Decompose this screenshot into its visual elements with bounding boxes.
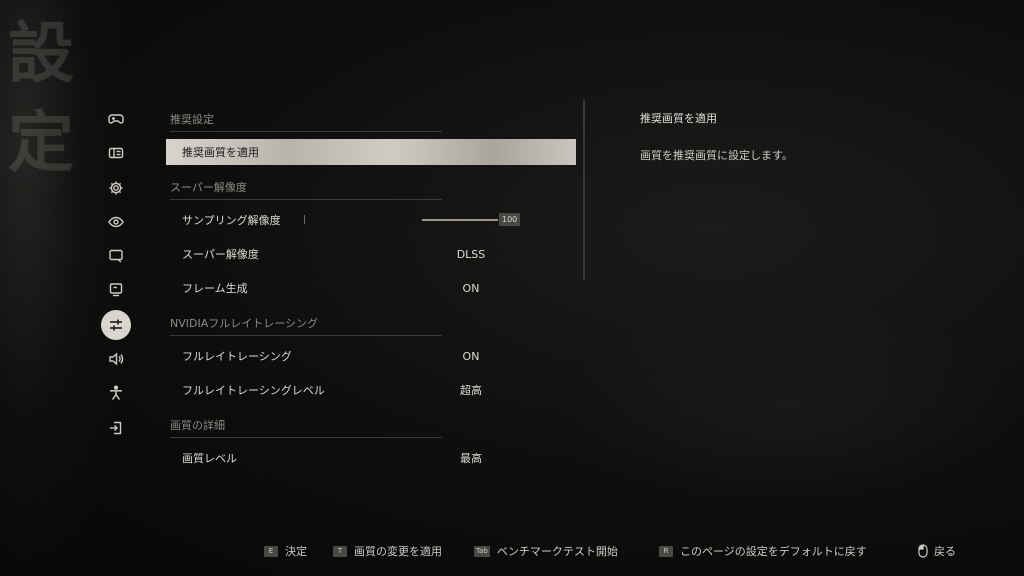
key-badge: Tab xyxy=(474,545,490,557)
row-apply-recommended[interactable]: 推奨画質を適用 xyxy=(166,139,576,165)
hint-benchmark[interactable]: Tab ベンチマークテスト開始 xyxy=(474,543,618,559)
detail-description: 画質を推奨画質に設定します。 xyxy=(640,149,793,162)
row-label: 画質レベル xyxy=(182,452,237,465)
gamepad-icon xyxy=(108,114,124,124)
nav-visibility[interactable] xyxy=(101,207,131,237)
row-label: フルレイトレーシングレベル xyxy=(182,384,325,397)
section-recommended: 推奨設定 xyxy=(170,111,442,132)
row-sampling-resolution[interactable]: サンプリング解像度 100 xyxy=(166,207,576,233)
row-value: ON xyxy=(462,281,480,295)
detail-title: 推奨画質を適用 xyxy=(640,112,717,125)
hint-confirm[interactable]: E 決定 xyxy=(264,543,307,559)
key-badge: T xyxy=(333,545,347,557)
section-nvidia-raytracing: NVIDIAフルレイトレーシング xyxy=(170,315,442,336)
nav-gamepad[interactable] xyxy=(101,104,131,134)
slider-tick xyxy=(304,215,305,224)
row-value: 超高 xyxy=(460,384,482,397)
key-badge: E xyxy=(264,545,278,557)
section-quality-details: 画質の詳細 xyxy=(170,417,442,438)
row-full-raytracing[interactable]: フルレイトレーシング ON xyxy=(166,343,576,369)
background-calligraphy: 設 定 xyxy=(0,18,75,173)
hint-label: 決定 xyxy=(285,545,307,558)
hint-label: このページの設定をデフォルトに戻す xyxy=(680,545,867,558)
sliders-icon xyxy=(110,319,122,331)
eye-icon xyxy=(108,216,124,228)
exit-icon xyxy=(110,421,122,434)
background-haze xyxy=(560,300,1020,520)
nav-monitor[interactable] xyxy=(101,275,131,305)
key-badge: R xyxy=(659,545,673,557)
row-full-raytracing-level[interactable]: フルレイトレーシングレベル 超高 xyxy=(166,377,576,403)
accessibility-icon xyxy=(110,385,122,401)
hint-apply-quality[interactable]: T 画質の変更を適用 xyxy=(333,543,442,559)
row-label: スーパー解像度 xyxy=(182,248,259,261)
row-value: DLSS xyxy=(456,247,486,261)
speaker-icon xyxy=(109,352,124,366)
monitor-icon xyxy=(109,283,123,297)
sampling-slider[interactable] xyxy=(422,219,498,221)
nav-audio[interactable] xyxy=(101,344,131,374)
nav-exit[interactable] xyxy=(101,413,131,443)
hint-label: 戻る xyxy=(934,545,956,558)
slider-value: 100 xyxy=(499,213,521,226)
section-super-resolution: スーパー解像度 xyxy=(170,179,442,200)
row-label: フレーム生成 xyxy=(182,282,248,295)
row-frame-generation[interactable]: フレーム生成 ON xyxy=(166,275,576,301)
row-value: 最高 xyxy=(460,452,482,465)
controls-icon xyxy=(108,148,124,159)
scrollbar[interactable] xyxy=(583,100,585,280)
nav-controls[interactable] xyxy=(101,138,131,168)
nav-graphics[interactable] xyxy=(101,309,131,340)
row-label: フルレイトレーシング xyxy=(182,350,292,363)
footer-hints: E 決定 T 画質の変更を適用 Tab ベンチマークテスト開始 R このページの… xyxy=(0,543,1024,559)
row-label: サンプリング解像度 xyxy=(182,214,281,227)
row-super-resolution[interactable]: スーパー解像度 DLSS xyxy=(166,241,576,267)
row-label: 推奨画質を適用 xyxy=(182,146,259,159)
display-icon xyxy=(109,249,123,263)
hint-back[interactable]: 戻る xyxy=(918,543,956,559)
nav-display[interactable] xyxy=(101,241,131,271)
gear-icon xyxy=(109,181,123,195)
category-sidebar xyxy=(101,104,133,447)
nav-accessibility[interactable] xyxy=(101,378,131,408)
row-quality-level[interactable]: 画質レベル 最高 xyxy=(166,445,576,471)
hint-label: 画質の変更を適用 xyxy=(354,545,442,558)
hint-label: ベンチマークテスト開始 xyxy=(496,545,618,558)
nav-general[interactable] xyxy=(101,173,131,203)
row-value: ON xyxy=(462,349,480,363)
mouse-icon xyxy=(918,544,928,558)
hint-restore-defaults[interactable]: R このページの設定をデフォルトに戻す xyxy=(659,543,867,559)
